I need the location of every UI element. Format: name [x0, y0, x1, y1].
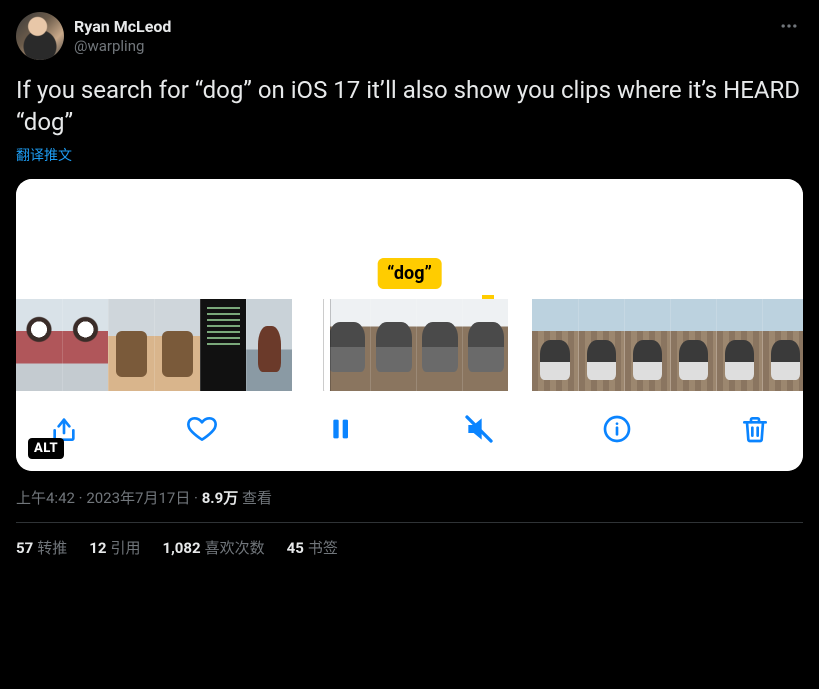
- timeline-frame: [62, 299, 108, 391]
- timeline-frame: [108, 299, 154, 391]
- bookmarks-label: 书签: [308, 539, 338, 557]
- quotes-label: 引用: [110, 539, 140, 557]
- views-label: 查看: [238, 489, 272, 507]
- alt-badge[interactable]: ALT: [28, 438, 64, 459]
- timeline-frame: [716, 299, 762, 391]
- info-icon[interactable]: [597, 409, 637, 449]
- tweet-header: Ryan McLeod @warpling: [16, 12, 803, 60]
- avatar[interactable]: [16, 12, 64, 60]
- video-timeline[interactable]: [16, 299, 803, 391]
- separator: ·: [75, 489, 86, 507]
- clip-group-1[interactable]: [16, 299, 292, 391]
- translate-link[interactable]: 翻译推文: [16, 145, 72, 165]
- caption-bubble: “dog”: [377, 258, 442, 289]
- media-toolbar: [16, 391, 803, 471]
- handle[interactable]: @warpling: [74, 37, 171, 56]
- tweet-text: If you search for “dog” on iOS 17 it’ll …: [16, 74, 803, 139]
- more-icon[interactable]: [775, 12, 803, 44]
- trash-icon[interactable]: [735, 409, 775, 449]
- author-row[interactable]: Ryan McLeod @warpling: [16, 12, 171, 60]
- retweets-stat[interactable]: 57转推: [16, 537, 67, 558]
- timeline-frame: [246, 299, 292, 391]
- retweets-label: 转推: [37, 539, 67, 557]
- timeline-frame: [200, 299, 246, 391]
- separator: ·: [190, 489, 201, 507]
- stats-row: 57转推 12引用 1,082 喜欢次数 45书签: [16, 523, 803, 558]
- likes-count: 1,082: [162, 539, 200, 557]
- timeline-frame: [532, 299, 578, 391]
- time[interactable]: 上午4:42: [16, 489, 75, 507]
- heart-icon[interactable]: [182, 409, 222, 449]
- timeline-frame: [416, 299, 462, 391]
- media-card[interactable]: “dog”: [16, 179, 803, 471]
- author-names: Ryan McLeod @warpling: [74, 17, 171, 56]
- tweet-container: Ryan McLeod @warpling If you search for …: [0, 0, 819, 570]
- clip-group-2[interactable]: [324, 299, 508, 391]
- quotes-count: 12: [89, 539, 106, 557]
- timestamp-row: 上午4:42 · 2023年7月17日 · 8.9万 查看: [16, 487, 803, 508]
- timeline-frame: [462, 299, 508, 391]
- timeline-frame: [624, 299, 670, 391]
- likes-stat[interactable]: 1,082 喜欢次数: [162, 537, 264, 558]
- timeline-frame: [670, 299, 716, 391]
- likes-label: 喜欢次数: [205, 539, 265, 557]
- pause-icon[interactable]: [320, 409, 360, 449]
- date[interactable]: 2023年7月17日: [86, 489, 190, 507]
- speaker-off-icon[interactable]: [459, 409, 499, 449]
- retweets-count: 57: [16, 539, 33, 557]
- clip-group-3[interactable]: [532, 299, 803, 391]
- timeline-frame: [370, 299, 416, 391]
- views-count[interactable]: 8.9万: [202, 489, 239, 507]
- timeline-frame: [16, 299, 62, 391]
- media-header-area: “dog”: [16, 179, 803, 299]
- bookmarks-stat[interactable]: 45书签: [287, 537, 338, 558]
- quotes-stat[interactable]: 12引用: [89, 537, 140, 558]
- bookmarks-count: 45: [287, 539, 304, 557]
- timeline-frame: [762, 299, 803, 391]
- timeline-frame: [154, 299, 200, 391]
- timeline-frame: [324, 299, 370, 391]
- playhead-handle[interactable]: [324, 299, 330, 391]
- timeline-frame: [578, 299, 624, 391]
- display-name[interactable]: Ryan McLeod: [74, 17, 171, 37]
